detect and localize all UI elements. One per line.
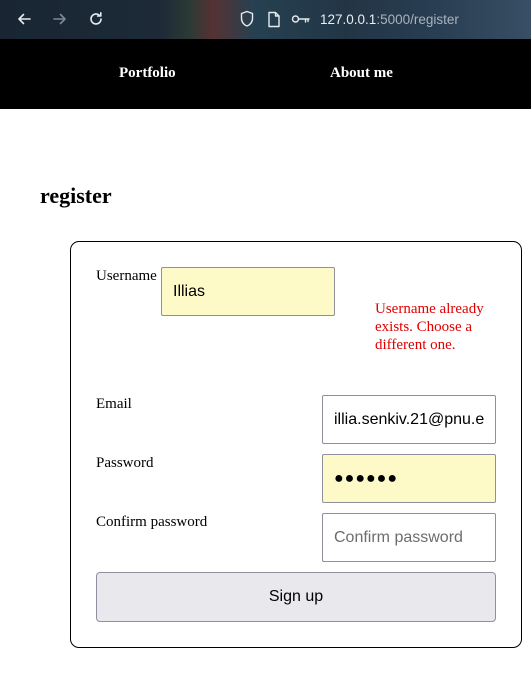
forward-arrow-icon (51, 10, 69, 28)
email-label: Email (96, 396, 132, 412)
nav-link-about[interactable]: About me (330, 65, 393, 82)
url-path: :5000/register (376, 11, 459, 27)
register-form: Username Username already exists. Choose… (70, 241, 522, 648)
page-title: register (40, 183, 112, 208)
shield-icon[interactable] (236, 8, 258, 30)
reload-button[interactable] (85, 8, 107, 30)
email-input[interactable] (322, 395, 496, 444)
username-label: Username (96, 268, 157, 284)
site-nav: Portfolio About me (0, 39, 531, 109)
back-button[interactable] (13, 8, 35, 30)
browser-toolbar: 127.0.0.1:5000/register (0, 0, 531, 39)
url-host: 127.0.0.1 (320, 11, 377, 27)
page-icon[interactable] (263, 8, 285, 30)
password-input[interactable] (322, 454, 496, 503)
confirm-password-input[interactable] (322, 513, 496, 562)
password-label: Password (96, 455, 154, 471)
username-input[interactable] (161, 267, 335, 316)
sign-up-button[interactable]: Sign up (96, 572, 496, 622)
username-error-message: Username already exists. Choose a differ… (375, 301, 484, 353)
reload-icon (87, 10, 105, 28)
nav-link-portfolio[interactable]: Portfolio (119, 65, 176, 82)
url-text[interactable]: 127.0.0.1:5000/register (320, 12, 459, 27)
address-bar[interactable]: 127.0.0.1:5000/register (236, 8, 459, 30)
key-icon[interactable] (290, 8, 312, 30)
confirm-password-label: Confirm password (96, 514, 208, 530)
forward-button[interactable] (49, 8, 71, 30)
back-arrow-icon (15, 10, 33, 28)
